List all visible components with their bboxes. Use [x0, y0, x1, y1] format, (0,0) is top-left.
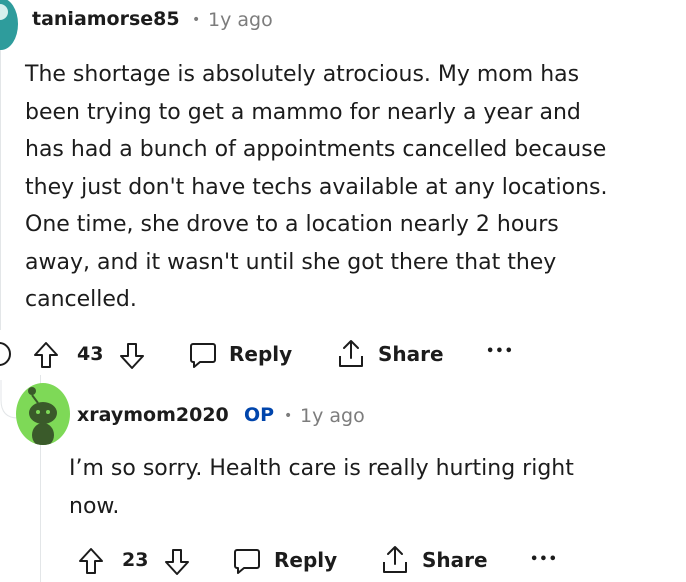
- meta-separator: •: [192, 12, 201, 28]
- upvote-button[interactable]: [78, 547, 104, 575]
- share-icon: [383, 546, 407, 573]
- upvote-button[interactable]: [33, 341, 59, 369]
- collapse-icon: [0, 342, 11, 366]
- op-badge: OP: [244, 404, 275, 426]
- collapse-button[interactable]: [0, 341, 12, 367]
- comment-icon: [234, 549, 260, 574]
- comment-body: The shortage is absolutely atrocious. My…: [25, 56, 675, 319]
- timestamp[interactable]: 1y ago: [208, 9, 273, 31]
- snoo-avatar-icon: [28, 387, 57, 445]
- reply-label: Reply: [274, 548, 338, 572]
- downvote-icon: [120, 343, 144, 369]
- share-button[interactable]: Share: [336, 338, 446, 372]
- avatar[interactable]: [16, 383, 70, 445]
- share-label: Share: [378, 342, 444, 366]
- body-line: now.: [69, 493, 120, 519]
- more-options-button[interactable]: •••: [486, 344, 514, 359]
- comment-body: I’m so sorry. Health care is really hurt…: [69, 450, 669, 525]
- share-button[interactable]: Share: [380, 544, 490, 578]
- body-line: been trying to get a mammo for nearly a …: [25, 99, 581, 125]
- vote-count: 43: [77, 343, 104, 365]
- body-line: I’m so sorry. Health care is really hurt…: [69, 456, 574, 481]
- more-options-button[interactable]: •••: [530, 552, 558, 567]
- username[interactable]: taniamorse85: [32, 8, 180, 30]
- share-icon: [339, 340, 363, 367]
- body-line: The shortage is absolutely atrocious. My…: [25, 62, 580, 87]
- downvote-button[interactable]: [164, 548, 190, 576]
- body-line: away, and it wasn't until she got there …: [25, 249, 557, 275]
- downvote-icon: [165, 549, 189, 575]
- reply-label: Reply: [229, 342, 293, 366]
- upvote-icon: [34, 342, 58, 368]
- body-line: cancelled.: [25, 287, 137, 312]
- reply-button[interactable]: Reply: [232, 546, 342, 578]
- body-line: has had a bunch of appointments cancelle…: [25, 137, 607, 162]
- downvote-button[interactable]: [119, 342, 145, 370]
- meta-separator: •: [284, 408, 293, 424]
- vote-count: 23: [122, 549, 149, 571]
- upvote-icon: [79, 548, 103, 574]
- body-line: they just don't have techs available at …: [25, 174, 608, 200]
- timestamp[interactable]: 1y ago: [300, 405, 365, 427]
- comment-icon: [190, 343, 216, 368]
- body-line: One time, she drove to a location nearly…: [25, 212, 559, 237]
- reply-button[interactable]: Reply: [188, 340, 298, 372]
- username[interactable]: xraymom2020: [77, 404, 229, 426]
- avatar[interactable]: [0, 0, 18, 50]
- share-label: Share: [422, 548, 488, 572]
